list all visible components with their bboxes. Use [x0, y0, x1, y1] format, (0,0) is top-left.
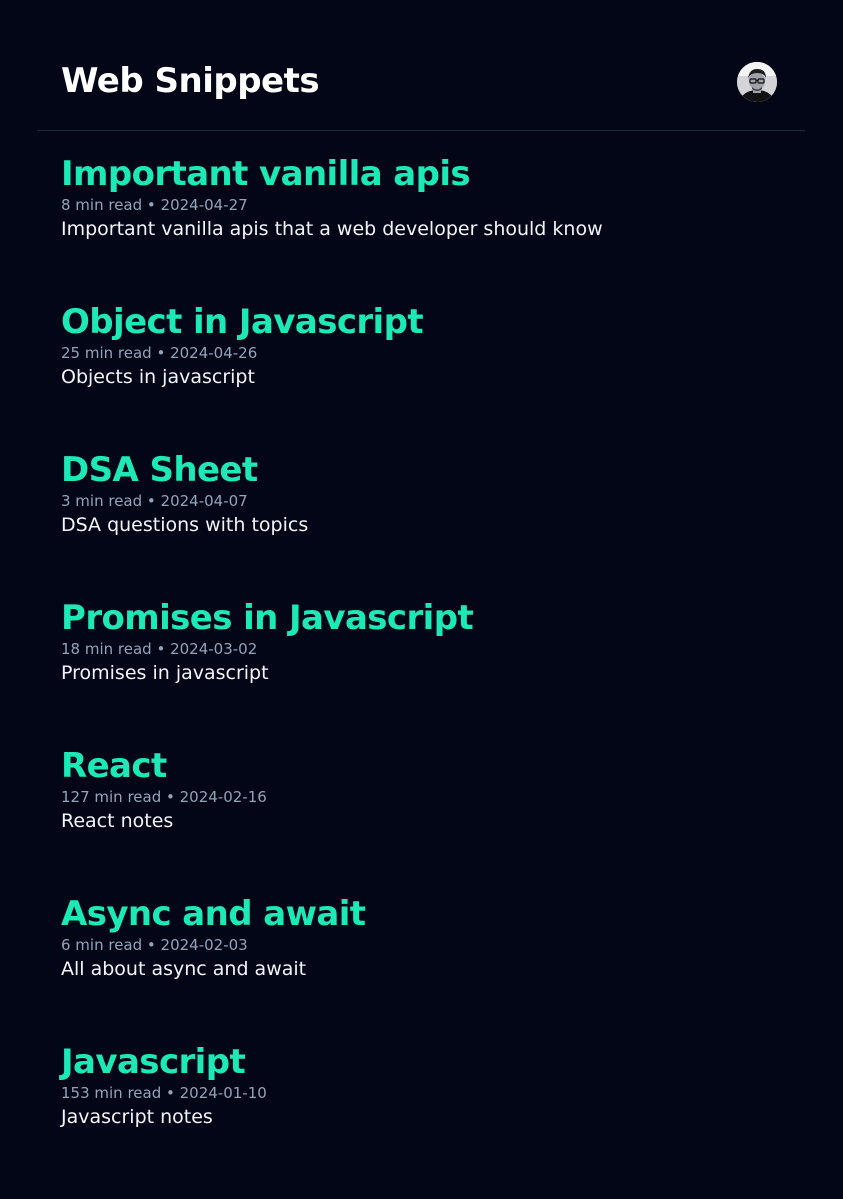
post-description: Important vanilla apis that a web develo…: [61, 218, 603, 240]
post-item[interactable]: Important vanilla apis 8 min read • 2024…: [61, 151, 805, 299]
post-item[interactable]: Promises in Javascript 18 min read • 202…: [61, 595, 805, 743]
post-description: Javascript notes: [61, 1106, 213, 1128]
post-item[interactable]: Javascript 153 min read • 2024-01-10 Jav…: [61, 1039, 805, 1187]
post-meta: 6 min read • 2024-02-03: [61, 936, 248, 954]
site-header: Web Snippets: [0, 0, 843, 131]
post-meta: 127 min read • 2024-02-16: [61, 788, 267, 806]
post-description: DSA questions with topics: [61, 514, 309, 536]
post-description: All about async and await: [61, 958, 307, 980]
post-item[interactable]: Async and await 6 min read • 2024-02-03 …: [61, 891, 805, 1039]
post-item[interactable]: React 127 min read • 2024-02-16 React no…: [61, 743, 805, 891]
header-divider: [37, 130, 805, 131]
avatar-image: [737, 62, 777, 102]
post-description: Objects in javascript: [61, 366, 255, 388]
post-list: Important vanilla apis 8 min read • 2024…: [61, 151, 805, 1187]
post-meta: 25 min read • 2024-04-26: [61, 344, 258, 362]
post-meta: 3 min read • 2024-04-07: [61, 492, 248, 510]
avatar[interactable]: [737, 62, 777, 102]
post-meta: 8 min read • 2024-04-27: [61, 196, 248, 214]
post-item[interactable]: DSA Sheet 3 min read • 2024-04-07 DSA qu…: [61, 447, 805, 595]
post-title[interactable]: React: [61, 743, 805, 789]
post-title[interactable]: Async and await: [61, 891, 805, 937]
post-meta: 18 min read • 2024-03-02: [61, 640, 258, 658]
post-title[interactable]: Important vanilla apis: [61, 151, 805, 197]
post-title[interactable]: Javascript: [61, 1039, 805, 1085]
post-item[interactable]: Object in Javascript 25 min read • 2024-…: [61, 299, 805, 447]
post-meta: 153 min read • 2024-01-10: [61, 1084, 267, 1102]
post-title[interactable]: Object in Javascript: [61, 299, 805, 345]
post-description: React notes: [61, 810, 174, 832]
post-description: Promises in javascript: [61, 662, 269, 684]
site-title[interactable]: Web Snippets: [61, 59, 320, 103]
post-title[interactable]: Promises in Javascript: [61, 595, 805, 641]
post-title[interactable]: DSA Sheet: [61, 447, 805, 493]
